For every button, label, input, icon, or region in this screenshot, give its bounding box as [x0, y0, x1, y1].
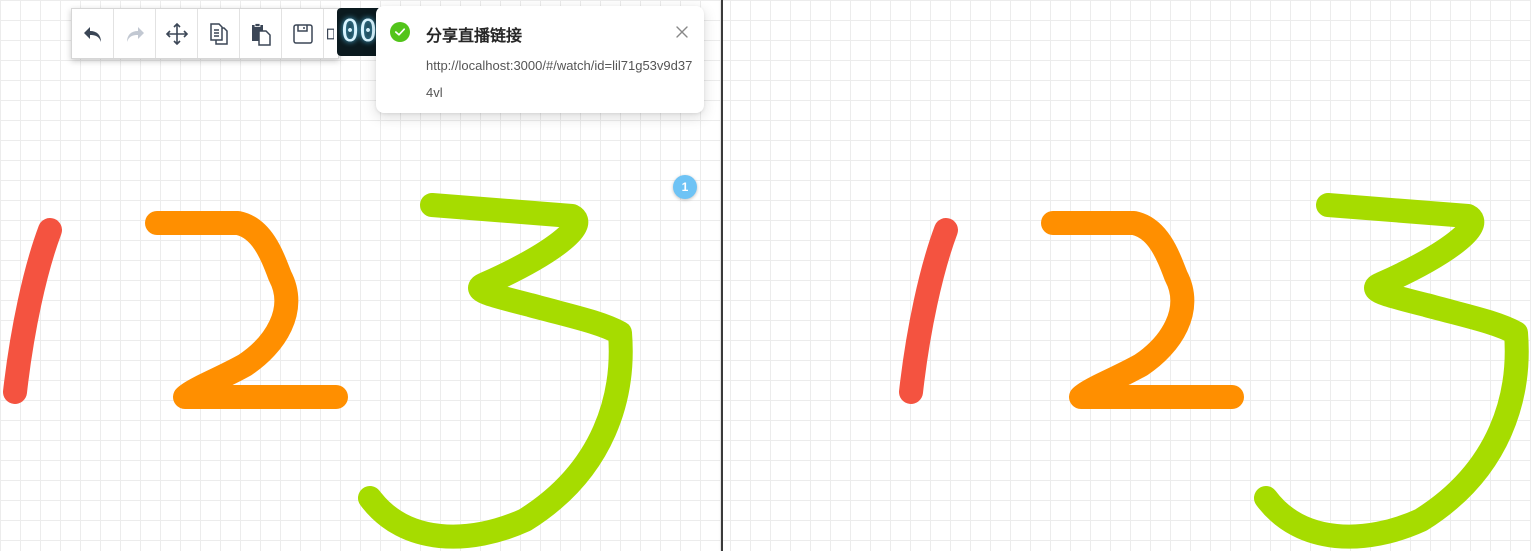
- notification-title: 分享直播链接: [426, 26, 523, 45]
- participant-count-badge[interactable]: 1: [673, 175, 697, 199]
- undo-icon: [83, 26, 101, 42]
- close-button[interactable]: [674, 24, 690, 40]
- copy-icon: [209, 22, 228, 45]
- stroke-3: [358, 193, 633, 549]
- viewer-canvas: [723, 0, 1531, 551]
- success-check-icon: [390, 22, 410, 42]
- move-button[interactable]: [156, 9, 198, 58]
- share-link-notification: 分享直播链接 http://localhost:3000/#/watch/id=…: [376, 6, 704, 113]
- stroke-2: [145, 211, 348, 409]
- copy-button[interactable]: [198, 9, 240, 58]
- stroke-2-mirror: [1041, 211, 1244, 409]
- partial-icon: [327, 28, 334, 39]
- share-link-url[interactable]: http://localhost:3000/#/watch/id=lil71g5…: [426, 52, 696, 106]
- paste-button[interactable]: [240, 9, 282, 58]
- whiteboard-toolbar: [71, 8, 339, 59]
- stroke-3-mirror: [1254, 193, 1529, 549]
- save-icon: [292, 23, 313, 44]
- paste-icon: [251, 22, 271, 46]
- toolbar-overflow-item[interactable]: [324, 9, 338, 58]
- move-icon: [165, 22, 188, 45]
- drawing-layer-right: [899, 193, 1529, 549]
- redo-button[interactable]: [114, 9, 156, 58]
- stroke-1: [3, 218, 62, 404]
- undo-button[interactable]: [72, 9, 114, 58]
- save-button[interactable]: [282, 9, 324, 58]
- close-icon: [676, 26, 688, 38]
- redo-icon: [126, 26, 144, 42]
- stroke-1-mirror: [899, 218, 958, 404]
